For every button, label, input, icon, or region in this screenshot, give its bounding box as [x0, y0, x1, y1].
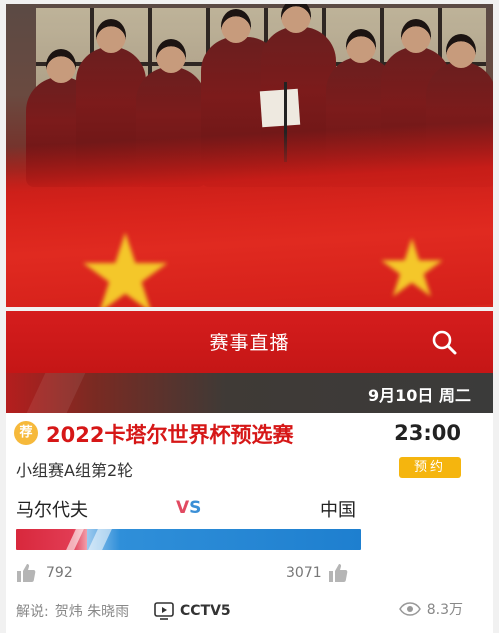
recommend-badge: 荐 [14, 421, 38, 445]
support-bar[interactable] [16, 529, 361, 550]
date-band: 9月10日 周二 [6, 373, 493, 413]
match-round: 小组赛A组第2轮 [16, 461, 134, 480]
like-home: 792 [16, 563, 73, 587]
channel-name: CCTV5 [180, 602, 231, 619]
match-card: 赛事直播 9月10日 周二 荐 2022卡塔尔世界杯预选赛 23:00 小组赛A… [6, 311, 493, 633]
support-bar-home [16, 529, 87, 550]
vs-label: VS [176, 498, 202, 518]
eye-icon [398, 602, 421, 616]
team-home: 马尔代夫 [16, 500, 88, 521]
reserve-button[interactable]: 预约 [399, 457, 461, 478]
view-count: 8.3万 [398, 599, 463, 619]
support-bar-away [86, 529, 361, 550]
speech-paper [259, 88, 301, 128]
channel-info: CCTV5 [154, 600, 231, 620]
match-title[interactable]: 2022卡塔尔世界杯预选赛 [46, 419, 293, 449]
search-icon[interactable] [431, 329, 457, 355]
team-away: 中国 [320, 500, 356, 521]
live-header: 赛事直播 [6, 311, 493, 373]
match-time: 23:00 [394, 421, 461, 445]
header-title: 赛事直播 [209, 332, 290, 354]
flag-star-icon: ★ [76, 210, 175, 307]
commentary-label: 解说: [16, 604, 49, 620]
tv-icon [154, 601, 174, 620]
commentary: 解说: 贺炜 朱晓雨 [16, 601, 129, 621]
flag-star-icon: ★ [376, 222, 448, 308]
commentators: 贺炜 朱晓雨 [54, 604, 130, 620]
like-count-home: 792 [46, 565, 73, 581]
team-photo: ★ ★ [6, 4, 493, 307]
like-count-away: 3071 [286, 565, 322, 581]
thumbs-up-icon[interactable] [328, 563, 348, 583]
thumbs-up-icon[interactable] [16, 563, 36, 583]
view-count-value: 8.3万 [426, 602, 463, 618]
like-away: 3071 [286, 563, 348, 587]
match-date: 9月10日 周二 [368, 386, 471, 405]
